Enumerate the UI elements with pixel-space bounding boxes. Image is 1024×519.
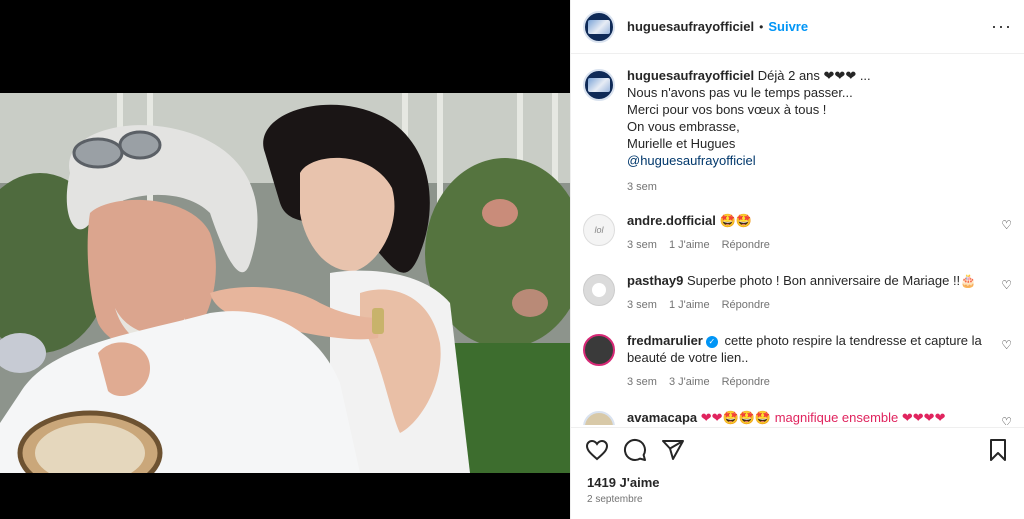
comment-heart-icon[interactable]: ♡ <box>1001 218 1012 232</box>
avatar-signature: lol <box>594 225 604 235</box>
post-date: 2 septembre <box>587 494 643 505</box>
comment-username[interactable]: pasthay9 <box>627 273 683 288</box>
post-actions-bar <box>571 427 1024 471</box>
post-header: huguesaufrayofficiel • Suivre ··· <box>571 0 1024 54</box>
comment-time: 3 sem <box>627 299 657 311</box>
caption-line-2: Nous n'avons pas vu le temps passer... <box>627 85 853 100</box>
caption-line-5: Murielle et Hugues <box>627 136 736 151</box>
reply-button[interactable]: Répondre <box>722 374 770 391</box>
comment-heart-icon[interactable]: ♡ <box>1001 415 1012 425</box>
post-photo[interactable] <box>0 93 570 473</box>
comment-item: avamacapa ❤❤🤩🤩🤩 magnifique ensemble ❤❤❤❤… <box>571 409 1024 425</box>
comment-username[interactable]: andre.dofficial <box>627 213 716 228</box>
comment-heart-icon[interactable]: ♡ <box>1001 338 1012 352</box>
commenter-avatar[interactable]: lol <box>583 214 615 246</box>
comment-text: ❤❤🤩🤩🤩 magnifique ensemble ❤❤❤❤ <box>700 410 946 425</box>
heart-icon[interactable] <box>585 438 609 462</box>
caption-time: 3 sem <box>627 181 657 193</box>
likes-count[interactable]: 1419 J'aime <box>587 475 659 490</box>
caption-username[interactable]: huguesaufrayofficiel <box>627 68 754 83</box>
comment-heart-icon[interactable]: ♡ <box>1001 278 1012 292</box>
caption-mention[interactable]: @huguesaufrayofficiel <box>627 152 990 169</box>
follow-button[interactable]: Suivre <box>768 19 808 34</box>
comment-item: fredmarulier ✓ cette photo respire la ten… <box>571 332 1024 391</box>
comment-likes[interactable]: 3 J'aime <box>669 374 710 391</box>
commenter-avatar[interactable] <box>583 411 615 425</box>
reply-button[interactable]: Répondre <box>722 297 770 314</box>
comment-text: Superbe photo ! Bon anniversaire de Mari… <box>687 273 977 288</box>
default-user-icon <box>592 283 606 297</box>
commenter-avatar[interactable] <box>583 274 615 306</box>
commenter-avatar[interactable] <box>583 334 615 366</box>
author-logo-icon <box>588 78 610 92</box>
caption-avatar[interactable] <box>583 69 615 101</box>
comment-icon[interactable] <box>623 438 647 462</box>
photo-illustration <box>0 93 570 473</box>
comment-time: 3 sem <box>627 239 657 251</box>
author-logo-icon <box>588 19 610 34</box>
comment-username[interactable]: fredmarulier <box>627 333 703 348</box>
comment-item: pasthay9 Superbe photo ! Bon anniversair… <box>571 272 1024 314</box>
bookmark-icon[interactable] <box>986 438 1010 462</box>
post-side-panel: huguesaufrayofficiel • Suivre ··· hugues… <box>570 0 1024 519</box>
more-icon[interactable]: ··· <box>991 16 1012 37</box>
comment-item: lol andre.dofficial 🤩🤩 3 sem 1 J'aime Ré… <box>571 212 1024 254</box>
author-avatar[interactable] <box>583 10 615 43</box>
comment-username[interactable]: avamacapa <box>627 410 697 425</box>
caption-line-1: Déjà 2 ans ❤❤❤ ... <box>757 68 871 83</box>
caption-line-3: Merci pour vos bons vœux à tous ! <box>627 102 827 117</box>
caption: huguesaufrayofficiel Déjà 2 ans ❤❤❤ ... … <box>571 55 1024 196</box>
share-icon[interactable] <box>661 438 685 462</box>
comment-text: 🤩🤩 <box>719 213 752 228</box>
separator-dot: • <box>759 19 764 34</box>
comment-likes[interactable]: 1 J'aime <box>669 237 710 254</box>
author-username[interactable]: huguesaufrayofficiel <box>627 19 754 34</box>
comments-list[interactable]: huguesaufrayofficiel Déjà 2 ans ❤❤❤ ... … <box>571 55 1024 425</box>
caption-line-4: On vous embrasse, <box>627 119 740 134</box>
comment-time: 3 sem <box>627 376 657 388</box>
reply-button[interactable]: Répondre <box>722 237 770 254</box>
comment-likes[interactable]: 1 J'aime <box>669 297 710 314</box>
verified-badge-icon: ✓ <box>705 335 718 348</box>
post-media <box>0 0 570 519</box>
